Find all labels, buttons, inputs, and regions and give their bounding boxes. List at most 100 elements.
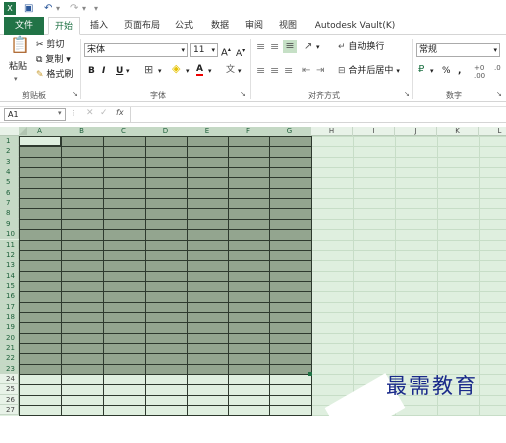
name-box[interactable]: A1	[4, 108, 66, 121]
redo-icon[interactable]: ↷	[70, 2, 78, 15]
column-header[interactable]: F	[228, 127, 269, 136]
column-header[interactable]: G	[269, 127, 311, 136]
insert-function-icon[interactable]: fx	[116, 108, 124, 117]
row-header[interactable]: 9	[0, 218, 19, 230]
row-header[interactable]: 2	[0, 146, 19, 157]
percent-button[interactable]: %	[442, 65, 451, 77]
row-header[interactable]: 24	[0, 374, 19, 385]
paste-icon[interactable]: 📋	[10, 37, 30, 53]
border-icon[interactable]: ⊞	[144, 64, 153, 76]
font-size-select[interactable]: 11 ▾	[190, 43, 218, 57]
row-header[interactable]: 25	[0, 384, 19, 395]
number-format-select[interactable]: 常规 ▾	[416, 43, 500, 57]
row-header[interactable]: 14	[0, 270, 19, 281]
row-header[interactable]: 16	[0, 291, 19, 302]
row-header[interactable]: 19	[0, 322, 19, 333]
save-icon[interactable]: ▣	[24, 2, 33, 15]
tab-insert[interactable]: 插入	[84, 17, 114, 35]
font-launcher-icon[interactable]: ↘	[240, 90, 246, 98]
tab-autodesk-vault[interactable]: Autodesk Vault(K)	[310, 17, 400, 35]
align-middle-icon[interactable]: ≡	[270, 41, 279, 53]
row-header[interactable]: 17	[0, 301, 19, 312]
orientation-icon[interactable]: ↗	[304, 41, 312, 53]
number-launcher-icon[interactable]: ↘	[496, 90, 502, 98]
row-header[interactable]: 26	[0, 394, 19, 406]
cut-button[interactable]: ✂ 剪切	[36, 39, 64, 51]
clipboard-launcher-icon[interactable]: ↘	[72, 90, 78, 98]
column-header[interactable]: D	[145, 127, 187, 136]
grow-font-button[interactable]: A▴	[221, 44, 231, 59]
tab-data[interactable]: 数据	[206, 17, 234, 35]
merge-dropdown-icon[interactable]: ▾	[396, 67, 400, 75]
paste-dropdown-icon[interactable]: ▾	[14, 73, 18, 85]
select-all-corner[interactable]	[19, 127, 27, 135]
row-header[interactable]: 20	[0, 332, 19, 343]
column-header[interactable]: I	[353, 127, 395, 136]
italic-button[interactable]: I	[102, 65, 105, 77]
align-bottom-icon[interactable]: ≡	[283, 40, 297, 53]
tab-formulas[interactable]: 公式	[170, 17, 198, 35]
row-header[interactable]: 12	[0, 249, 19, 261]
underline-dropdown-icon[interactable]: ▾	[126, 65, 130, 77]
border-dropdown-icon[interactable]: ▾	[158, 65, 162, 77]
tab-home[interactable]: 开始	[48, 17, 80, 35]
row-header[interactable]: 22	[0, 353, 19, 364]
font-color-icon[interactable]: A	[196, 64, 203, 76]
column-header[interactable]: K	[437, 127, 479, 136]
column-header[interactable]: H	[311, 127, 353, 136]
increase-decimal-icon[interactable]: +0.00	[474, 64, 485, 80]
undo-icon[interactable]: ↶	[44, 2, 52, 15]
tab-file[interactable]: 文件	[4, 17, 44, 35]
column-header[interactable]: J	[395, 127, 437, 136]
tab-view[interactable]: 视图	[274, 17, 302, 35]
row-header[interactable]: 21	[0, 343, 19, 354]
customize-toolbar-icon[interactable]: ▾	[94, 2, 98, 15]
format-painter-button[interactable]: ✎ 格式刷	[36, 69, 73, 81]
row-header[interactable]: 10	[0, 229, 19, 240]
align-left-icon[interactable]: ≡	[256, 65, 265, 77]
font-name-select[interactable]: 宋体 ▾	[84, 43, 188, 57]
copy-button[interactable]: ⧉ 复制 ▾	[36, 54, 71, 66]
fill-color-dropdown-icon[interactable]: ▾	[186, 65, 190, 77]
phonetic-icon[interactable]: 文	[226, 64, 235, 76]
fill-handle[interactable]	[308, 372, 312, 376]
merge-center-button[interactable]: ⊟ 合并后居中 ▾	[338, 65, 400, 77]
row-header[interactable]: 13	[0, 260, 19, 271]
font-color-dropdown-icon[interactable]: ▾	[208, 65, 212, 77]
row-header[interactable]: 15	[0, 280, 19, 292]
row-header[interactable]: 18	[0, 311, 19, 323]
formula-input[interactable]	[130, 107, 506, 122]
tab-page-layout[interactable]: 页面布局	[120, 17, 164, 35]
align-center-icon[interactable]: ≡	[270, 65, 279, 77]
column-header[interactable]: C	[103, 127, 145, 136]
redo-dropdown-icon[interactable]: ▾	[82, 2, 86, 15]
row-header[interactable]: 23	[0, 363, 19, 375]
selected-range[interactable]	[19, 136, 311, 374]
tab-review[interactable]: 审阅	[240, 17, 268, 35]
bold-button[interactable]: B	[88, 65, 95, 77]
decrease-indent-icon[interactable]: ⇤	[302, 65, 310, 77]
row-header[interactable]: 11	[0, 239, 19, 250]
undo-dropdown-icon[interactable]: ▾	[56, 2, 60, 15]
comma-button[interactable]: ,	[458, 65, 461, 77]
confirm-entry-icon[interactable]: ✓	[100, 108, 108, 118]
currency-dropdown-icon[interactable]: ▾	[430, 65, 434, 77]
fill-color-icon[interactable]: ◈	[172, 63, 180, 75]
paste-button[interactable]: 粘贴	[9, 61, 27, 73]
row-header[interactable]: 1	[0, 136, 19, 147]
copy-dropdown-icon[interactable]: ▾	[66, 55, 71, 65]
column-header[interactable]: E	[187, 127, 228, 136]
row-header[interactable]: 3	[0, 156, 19, 168]
active-cell[interactable]	[19, 136, 61, 146]
currency-icon[interactable]: ₽	[418, 64, 424, 76]
increase-indent-icon[interactable]: ⇥	[316, 65, 324, 77]
column-header[interactable]: B	[61, 127, 103, 136]
phonetic-dropdown-icon[interactable]: ▾	[238, 65, 242, 77]
column-header[interactable]: L	[479, 127, 506, 136]
row-header[interactable]: 27	[0, 405, 19, 416]
row-header[interactable]: 7	[0, 198, 19, 209]
row-header[interactable]: 4	[0, 167, 19, 178]
row-header[interactable]: 5	[0, 177, 19, 188]
row-header[interactable]: 6	[0, 187, 19, 199]
alignment-launcher-icon[interactable]: ↘	[404, 90, 410, 98]
